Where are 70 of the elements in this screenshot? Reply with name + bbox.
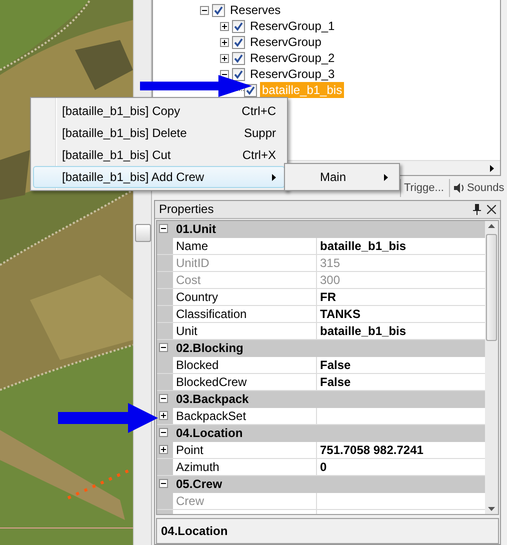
tree-item[interactable]: Reserves [228,2,283,18]
expand-icon[interactable] [220,54,229,62]
pin-icon[interactable] [473,204,481,215]
property-value[interactable]: bataille_b1_bis [320,238,406,253]
property-value[interactable]: FR [320,290,336,304]
property-name: Classification [176,306,247,321]
tree-item[interactable]: ReservGroup_3 [248,66,337,82]
menu-item[interactable]: Main [287,166,397,188]
collapse-icon[interactable] [200,6,209,14]
scroll-up-icon[interactable] [488,224,495,228]
property-value[interactable]: False [320,374,351,389]
checkbox[interactable] [232,52,245,64]
category-label: 04.Location [175,424,243,441]
scroll-down-icon[interactable] [488,507,495,511]
tree-item[interactable]: ReservGroup_1 [248,18,337,34]
category-label: 03.Backpack [175,390,249,407]
expand-icon[interactable] [220,22,229,30]
pointer-arrow-icon [58,403,158,433]
category-label: 05.Crew [175,476,222,492]
checkbox[interactable] [232,36,245,48]
menu-item[interactable]: [bataille_b1_bis] Add Crew [33,166,285,188]
property-value[interactable]: False [320,358,351,372]
tree-item[interactable]: ReservGroup [248,34,324,50]
property-name: Point [176,442,204,457]
row-gutter [157,272,173,288]
collapse-icon[interactable] [159,224,168,234]
property-name: BackpackSet [176,408,246,423]
category-label: 02.Blocking [175,340,244,356]
row-gutter [157,288,173,305]
property-value[interactable]: 0 [320,460,327,474]
property-name: Country [176,290,218,304]
property-value[interactable]: 751.7058 982.7241 [320,442,424,457]
tree-item[interactable]: ReservGroup_2 [248,50,337,66]
scroll-right-icon [490,164,494,172]
property-name: Name [176,238,208,253]
collapse-icon[interactable] [159,428,168,438]
pointer-arrow-icon [140,75,252,97]
expand-icon[interactable] [220,38,229,46]
property-name: Cost [176,272,201,287]
property-value[interactable]: TANKS [320,306,360,321]
close-icon[interactable] [487,204,496,214]
property-name: Crew [176,494,204,508]
property-name: Unit [176,324,198,338]
submenu-arrow-icon [384,174,388,180]
collapse-icon[interactable] [159,343,168,352]
row-gutter [157,306,173,322]
property-name: Azimuth [176,460,220,474]
menu-item[interactable]: [bataille_b1_bis] Copy Ctrl+C [33,100,285,122]
collapse-icon[interactable] [159,479,168,488]
splitter-handle[interactable] [134,224,150,242]
checkbox[interactable] [232,20,245,32]
panel-title: Properties [159,202,215,216]
property-name: BlockedCrew [176,374,247,389]
submenu-arrow-icon [272,174,276,180]
row-gutter [157,254,173,271]
scroll-thumb[interactable] [486,234,497,341]
collapse-icon[interactable] [159,394,168,404]
speaker-icon [452,182,465,194]
expand-icon[interactable] [159,445,168,454]
description-pane: 04.Location [156,518,499,544]
menu-item[interactable]: [bataille_b1_bis] Cut Ctrl+X [33,144,285,166]
property-name: Blocked [176,358,219,372]
checkbox[interactable] [212,4,225,16]
menu-item[interactable]: [bataille_b1_bis] Delete Suppr [33,122,285,144]
property-value[interactable]: bataille_b1_bis [320,324,406,338]
category-label: 01.Unit [175,220,216,237]
property-name: UnitID [176,256,210,270]
tab[interactable]: Sounds [448,179,507,197]
checkbox[interactable] [232,68,245,80]
expand-icon[interactable] [159,411,168,420]
